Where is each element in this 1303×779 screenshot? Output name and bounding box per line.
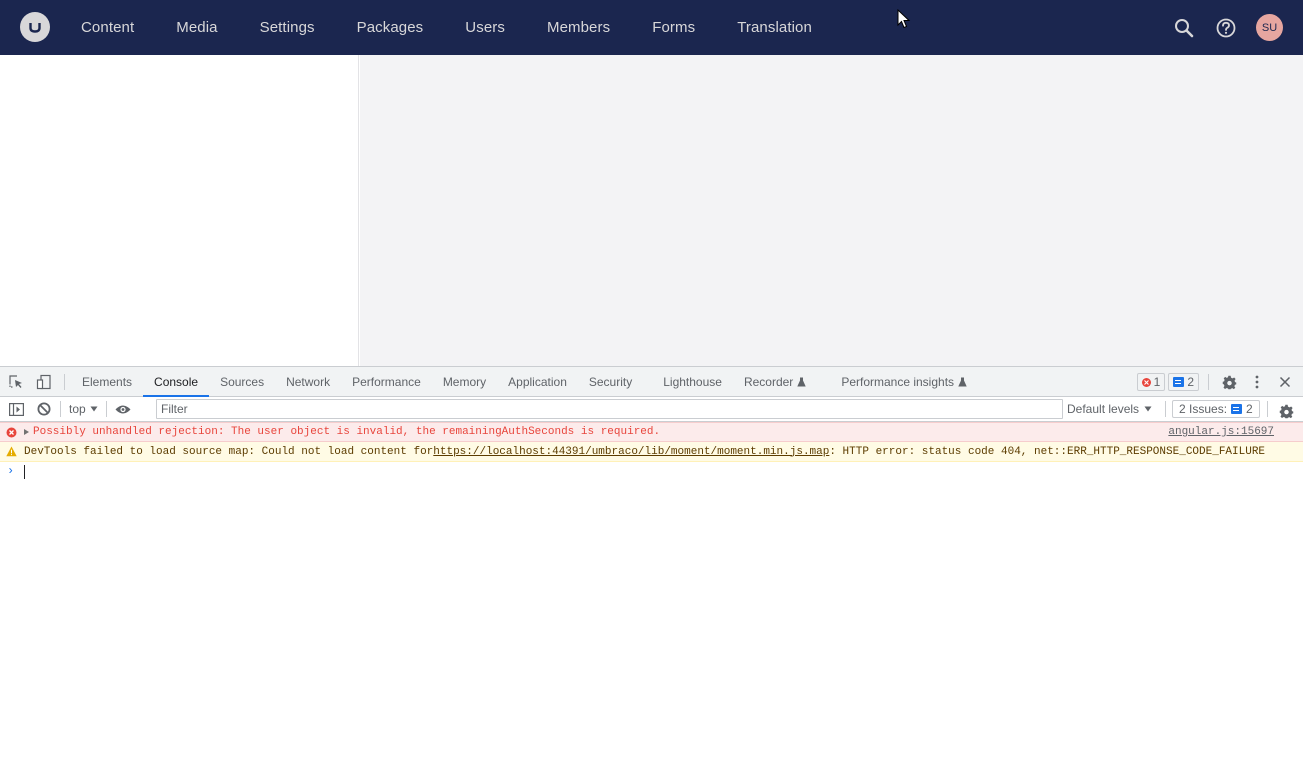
kebab-menu-icon: [1255, 375, 1259, 389]
app-header: Content Media Settings Packages Users Me…: [0, 0, 1303, 55]
error-count: 1: [1153, 375, 1161, 389]
console-message-error: Possibly unhandled rejection: The user o…: [0, 422, 1303, 442]
source-link[interactable]: angular.js:15697: [1168, 426, 1274, 438]
nav-members[interactable]: Members: [526, 0, 631, 55]
inspect-element-button[interactable]: [2, 368, 30, 396]
umbraco-logo-icon: [29, 23, 41, 33]
eye-icon: [115, 405, 131, 413]
tab-performance-insights[interactable]: Performance insights: [830, 367, 978, 397]
issues-label: 2 Issues:: [1179, 402, 1228, 416]
close-icon: [1279, 376, 1291, 388]
nav-users[interactable]: Users: [444, 0, 526, 55]
tab-application[interactable]: Application: [497, 367, 578, 397]
search-icon: [1175, 18, 1194, 37]
tab-recorder-label: Recorder: [743, 374, 794, 389]
tab-performance[interactable]: Performance: [341, 367, 432, 397]
tab-console[interactable]: Console: [143, 367, 210, 397]
tab-elements[interactable]: Elements: [71, 367, 143, 397]
experimental-flask-icon: [797, 377, 807, 386]
tree-panel: [0, 55, 359, 366]
clear-console-icon: [37, 402, 51, 416]
device-toolbar-button[interactable]: [30, 368, 58, 396]
issues-count: 2: [1246, 402, 1253, 416]
umbraco-logo[interactable]: [20, 12, 50, 42]
console-message-warning: DevTools failed to load source map: Coul…: [0, 442, 1303, 462]
console-filter-input[interactable]: [156, 399, 1063, 419]
error-count-badge[interactable]: 1: [1136, 373, 1166, 391]
user-avatar[interactable]: SU: [1256, 14, 1283, 41]
devtools-tabbar: Elements Console Sources Network Perform…: [0, 367, 1303, 397]
context-value: top: [69, 402, 86, 416]
text-caret: [24, 465, 25, 479]
help-icon: [1216, 18, 1236, 37]
tab-sources[interactable]: Sources: [209, 367, 275, 397]
close-devtools-button[interactable]: [1271, 368, 1299, 396]
tab-security[interactable]: Security: [578, 367, 643, 397]
gear-icon: [1222, 375, 1236, 389]
warning-icon: [6, 446, 17, 457]
console-messages: Possibly unhandled rejection: The user o…: [0, 422, 1303, 482]
tab-network[interactable]: Network: [275, 367, 341, 397]
gear-icon: [1279, 404, 1293, 418]
log-levels-label: Default levels: [1067, 402, 1140, 416]
warning-text-before: DevTools failed to load source map: Coul…: [24, 445, 434, 458]
help-button[interactable]: [1212, 14, 1240, 42]
live-expression-button[interactable]: [109, 395, 137, 423]
show-console-sidebar-button[interactable]: [2, 395, 30, 423]
issues-button[interactable]: 2 Issues: 2: [1172, 400, 1260, 418]
inspect-icon: [9, 374, 22, 388]
nav-settings[interactable]: Settings: [239, 0, 336, 55]
more-options-button[interactable]: [1243, 368, 1271, 396]
message-icon: [1173, 377, 1185, 387]
header-tools: SU: [1170, 0, 1283, 55]
content-panel: [360, 55, 1303, 366]
message-icon: [1231, 404, 1243, 414]
tab-recorder[interactable]: Recorder: [733, 367, 817, 397]
devtools-right-tools: 1 2: [1136, 367, 1299, 397]
log-levels-dropdown[interactable]: Default levels: [1067, 397, 1152, 421]
nav-translation[interactable]: Translation: [716, 0, 833, 55]
error-icon: [6, 427, 17, 438]
error-message-text: Possibly unhandled rejection: The user o…: [33, 426, 661, 438]
tab-performance-insights-label: Performance insights: [841, 374, 955, 389]
toolbar-divider: [105, 401, 107, 417]
search-button[interactable]: [1170, 14, 1198, 42]
nav-media[interactable]: Media: [155, 0, 238, 55]
mouse-cursor-icon: [897, 9, 911, 29]
toolbar-divider: [64, 373, 65, 390]
message-count-badge[interactable]: 2: [1168, 373, 1199, 391]
toolbar-divider: [1165, 401, 1166, 417]
dropdown-arrow-icon: [90, 406, 98, 412]
experimental-flask-icon: [958, 377, 967, 386]
console-settings-button[interactable]: [1272, 397, 1300, 425]
tab-memory[interactable]: Memory: [432, 367, 497, 397]
toolbar-divider: [1267, 401, 1268, 417]
console-prompt[interactable]: ›: [0, 462, 1303, 482]
nav-forms[interactable]: Forms: [631, 0, 716, 55]
nav-content[interactable]: Content: [60, 0, 155, 55]
source-map-link[interactable]: https://localhost:44391/umbraco/lib/mome…: [433, 446, 829, 458]
nav-packages[interactable]: Packages: [336, 0, 445, 55]
message-count: 2: [1187, 375, 1194, 389]
console-toolbar: top Default levels 2 Issues: 2: [0, 397, 1303, 422]
dropdown-arrow-icon: [1144, 406, 1152, 412]
error-icon: [1141, 377, 1151, 387]
prompt-chevron-icon: ›: [7, 464, 15, 478]
tab-lighthouse[interactable]: Lighthouse: [652, 367, 733, 397]
device-icon: [36, 374, 51, 389]
devtools-settings-button[interactable]: [1215, 368, 1243, 396]
expand-arrow-icon[interactable]: [24, 429, 29, 435]
main-nav: Content Media Settings Packages Users Me…: [60, 0, 833, 55]
toolbar-divider: [60, 401, 61, 417]
devtools-panel: Elements Console Sources Network Perform…: [0, 366, 1303, 779]
warning-text-after: : HTTP error: status code 404, net::ERR_…: [829, 445, 1266, 458]
context-selector[interactable]: top: [63, 402, 104, 416]
sidebar-toggle-icon: [8, 402, 24, 416]
toolbar-divider: [1208, 374, 1209, 390]
clear-console-button[interactable]: [30, 395, 58, 423]
